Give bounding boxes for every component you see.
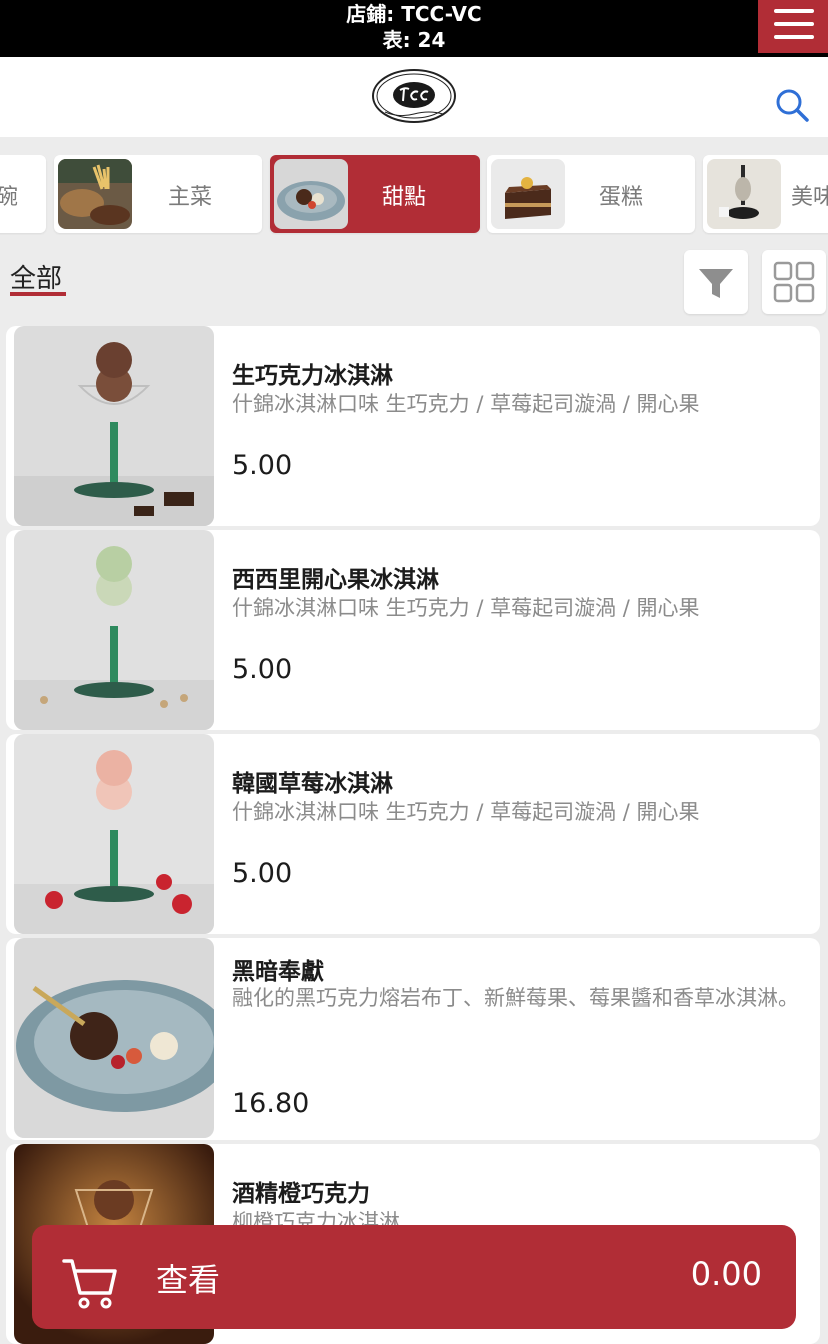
category-tab-bowl[interactable]: 碗 — [0, 155, 46, 233]
store-name: 店鋪: TCC-VC — [346, 2, 482, 26]
menu-item-card[interactable]: 生巧克力冰淇淋 什錦冰淇淋口味 生巧克力 / 草莓起司漩渦 / 開心果 5.00 — [6, 326, 820, 526]
menu-item-description: 什錦冰淇淋口味 生巧克力 / 草莓起司漩渦 / 開心果 — [232, 596, 700, 620]
tcc-logo — [372, 69, 456, 123]
store-info-bar: 店鋪: TCC-VC 表: 24 — [0, 0, 828, 57]
grid-view-button[interactable] — [762, 250, 826, 314]
category-carousel[interactable]: 碗 主菜 甜點 蛋糕 美味 — [0, 155, 828, 235]
menu-item-photo — [14, 938, 214, 1138]
category-tab-main[interactable]: 主菜 — [54, 155, 262, 233]
menu-item-description: 什錦冰淇淋口味 生巧克力 / 草莓起司漩渦 / 開心果 — [232, 392, 700, 416]
menu-item-card[interactable]: 西西里開心果冰淇淋 什錦冰淇淋口味 生巧克力 / 草莓起司漩渦 / 開心果 5.… — [6, 530, 820, 730]
filter-button[interactable] — [684, 250, 748, 314]
menu-item-card[interactable]: 韓國草莓冰淇淋 什錦冰淇淋口味 生巧克力 / 草莓起司漩渦 / 開心果 5.00 — [6, 734, 820, 934]
category-label: 蛋糕 — [599, 185, 644, 210]
category-tab-dessert[interactable]: 甜點 — [270, 155, 480, 233]
menu-item-name: 黑暗奉獻 — [232, 959, 324, 985]
filter-bar: 全部 — [0, 246, 828, 318]
category-thumbnail-cake — [491, 159, 565, 229]
category-label: 碗 — [0, 185, 19, 210]
menu-item-photo — [14, 326, 214, 526]
menu-item-price: 5.00 — [232, 654, 293, 685]
menu-item-photo — [14, 530, 214, 730]
category-tab-tasty[interactable]: 美味 — [703, 155, 828, 233]
menu-item-name: 韓國草莓冰淇淋 — [232, 771, 393, 797]
category-thumbnail-tasty — [707, 159, 781, 229]
category-tab-cake[interactable]: 蛋糕 — [487, 155, 695, 233]
tab-all[interactable]: 全部 — [10, 258, 62, 295]
search-icon[interactable] — [774, 87, 810, 123]
menu-item-price: 16.80 — [232, 1088, 310, 1119]
menu-item-price: 5.00 — [232, 858, 293, 889]
category-thumbnail-main — [58, 159, 132, 229]
menu-item-description: 什錦冰淇淋口味 生巧克力 / 草莓起司漩渦 / 開心果 — [232, 800, 700, 824]
view-cart-button[interactable]: 查看 0.00 — [32, 1225, 796, 1329]
view-cart-label: 查看 — [156, 1261, 221, 1299]
menu-item-name: 西西里開心果冰淇淋 — [232, 567, 439, 593]
hamburger-menu-icon-bar — [774, 22, 814, 26]
menu-item-name: 生巧克力冰淇淋 — [232, 363, 393, 389]
filter-icon — [699, 269, 733, 298]
menu-item-name: 酒精橙巧克力 — [232, 1181, 370, 1207]
cart-icon — [62, 1259, 117, 1309]
hamburger-menu-icon — [774, 9, 814, 13]
tab-all-underline — [10, 292, 66, 296]
menu-item-description: 融化的黑巧克力熔岩布丁、新鮮莓果、莓果醬和香草冰淇淋。 — [232, 986, 799, 1010]
hamburger-menu-icon-bar — [774, 35, 814, 39]
grid-view-icon — [773, 261, 815, 303]
hamburger-menu-button[interactable] — [758, 0, 828, 53]
app-header — [0, 57, 828, 137]
category-label: 甜點 — [382, 185, 427, 210]
category-thumbnail-dessert — [274, 159, 348, 229]
table-number: 表: 24 — [382, 28, 446, 52]
menu-item-price: 5.00 — [232, 450, 293, 481]
category-label: 主菜 — [168, 185, 213, 210]
menu-item-photo — [14, 734, 214, 934]
category-label: 美味 — [791, 185, 828, 210]
cart-total: 0.00 — [690, 1255, 762, 1293]
menu-item-card[interactable]: 黑暗奉獻 融化的黑巧克力熔岩布丁、新鮮莓果、莓果醬和香草冰淇淋。 16.80 — [6, 938, 820, 1140]
